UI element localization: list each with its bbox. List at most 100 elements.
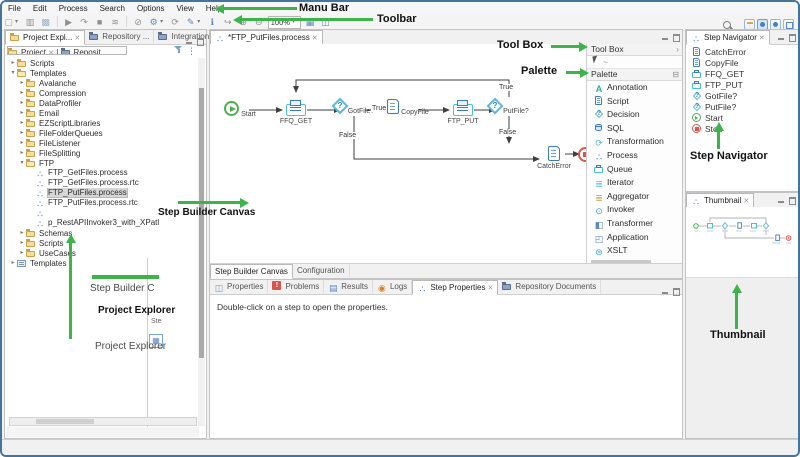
palette-item-aggregator[interactable]: ≣Aggregator xyxy=(587,190,682,204)
minimize-icon[interactable] xyxy=(661,33,669,41)
zoom-in-icon[interactable]: ⊕ xyxy=(237,15,250,29)
tree-item-scripts[interactable]: ▸Scripts xyxy=(6,58,199,68)
tree-item-redacted[interactable]: ∴ xyxy=(6,208,199,218)
chevron-right-icon[interactable]: ▸ xyxy=(18,228,26,238)
tree-item-scripts[interactable]: ▸Scripts xyxy=(6,238,199,248)
close-icon[interactable]: ✕ xyxy=(312,35,318,42)
chevron-right-icon[interactable]: ▸ xyxy=(18,238,26,248)
minimize-icon[interactable] xyxy=(777,196,785,204)
chevron-right-icon[interactable]: ▸ xyxy=(18,118,26,128)
filter-funnel-icon[interactable] xyxy=(174,45,183,54)
run-icon[interactable]: ▶ xyxy=(62,15,75,29)
flow-node-ffq-get[interactable]: FFQ_GET xyxy=(273,99,319,125)
tree-item-ezscriptlibraries[interactable]: ▸EZScriptLibraries xyxy=(6,118,199,128)
navigator-item-ftpput[interactable]: FTP_PUT xyxy=(692,80,746,91)
chevron-right-icon[interactable]: ▸ xyxy=(9,58,17,68)
new-file-dropdown-icon[interactable]: ▾ xyxy=(15,15,21,29)
zoom-level-combo[interactable]: 100% ▾ xyxy=(268,16,301,29)
palette-item-queue[interactable]: Queue xyxy=(587,163,682,177)
palette-item-sql[interactable]: SQL xyxy=(587,122,682,136)
tab-project-expl---[interactable]: Project Expl...✕ xyxy=(5,30,85,45)
refresh-icon[interactable]: ⟳ xyxy=(169,15,182,29)
wand-dropdown-icon[interactable]: ▾ xyxy=(197,15,203,29)
palette-item-script[interactable]: Script xyxy=(587,95,682,109)
palette-header[interactable]: Palette ⊟ xyxy=(587,69,682,81)
grid-icon[interactable]: ▦ xyxy=(304,15,317,29)
palette-item-annotation[interactable]: AAnnotation xyxy=(587,81,682,95)
tree-item-templates[interactable]: ▸Templates xyxy=(6,258,199,268)
save-icon[interactable]: ▥ xyxy=(24,15,37,29)
flow-node-start[interactable]: Start xyxy=(217,101,263,118)
tree-item-schemas[interactable]: ▸Schemas xyxy=(6,228,199,238)
wand-icon[interactable]: ✎ xyxy=(184,15,197,29)
minimize-icon[interactable] xyxy=(777,33,785,41)
debug-icon[interactable]: ≋ xyxy=(109,15,122,29)
palette-item-transformer[interactable]: ◧Transformer xyxy=(587,217,682,231)
minimize-icon[interactable] xyxy=(661,287,669,295)
chevron-right-icon[interactable]: ▸ xyxy=(18,148,26,158)
save-all-icon[interactable]: ▩ xyxy=(39,15,52,29)
flow-node-putfile[interactable]: ? PutFile? xyxy=(486,98,532,115)
layout-icon[interactable]: ◫ xyxy=(319,15,332,29)
flow-node-copyfile[interactable]: CopyFile xyxy=(385,99,431,116)
tree-item-filefolderqueues[interactable]: ▸FileFolderQueues xyxy=(6,128,199,138)
toolbox-select-tool[interactable]: ~ xyxy=(587,56,682,69)
redo-arrow-icon[interactable]: ↪ xyxy=(221,15,234,29)
view-menu-icon[interactable]: ⋮ xyxy=(187,46,196,56)
tab-thumbnail[interactable]: ∴Thumbnail✕ xyxy=(686,193,754,208)
chevron-right-icon[interactable]: ▸ xyxy=(18,88,26,98)
navigator-item-copyfile[interactable]: CopyFile xyxy=(692,58,746,69)
palette-item-process[interactable]: ∴Process xyxy=(587,149,682,163)
navigator-item-ffqget[interactable]: FFQ_GET xyxy=(692,69,746,80)
palette-item-iterator[interactable]: ≣Iterator xyxy=(587,176,682,190)
tree-item-usecases[interactable]: ▸UseCases xyxy=(6,248,199,258)
tab-repository-documents[interactable]: Repository Documents xyxy=(498,280,601,293)
tree-item-p-restapiinvoker3-with-xpatl[interactable]: ∴p_RestAPIInvoker3_with_XPatl xyxy=(6,218,199,228)
navigator-item-putfile[interactable]: PutFile? xyxy=(692,102,746,113)
navigator-item-stop[interactable]: Stop xyxy=(692,124,746,135)
close-icon[interactable]: ✕ xyxy=(487,285,493,292)
menu-item-file[interactable]: File xyxy=(2,2,27,15)
menu-item-view[interactable]: View xyxy=(171,2,200,15)
palette-item-decision[interactable]: Decision xyxy=(587,108,682,122)
tree-item-email[interactable]: ▸Email xyxy=(6,108,199,118)
chevron-down-icon[interactable]: ▾ xyxy=(9,68,17,78)
step-over-icon[interactable]: ↷ xyxy=(78,15,91,29)
chevron-right-icon[interactable]: ▸ xyxy=(18,78,26,88)
chevron-right-icon[interactable]: ▸ xyxy=(9,258,17,268)
maximize-icon[interactable] xyxy=(788,196,796,204)
chevron-right-icon[interactable]: ▸ xyxy=(18,138,26,148)
tree-vertical-scrollbar[interactable] xyxy=(198,58,205,426)
menu-item-options[interactable]: Options xyxy=(131,2,171,15)
chevron-right-icon[interactable]: ▸ xyxy=(18,98,26,108)
chevron-right-icon[interactable]: ▸ xyxy=(18,248,26,258)
minimize-icon[interactable] xyxy=(185,37,193,45)
chevron-right-icon[interactable]: ▸ xyxy=(18,128,26,138)
close-icon[interactable]: ✕ xyxy=(759,35,765,42)
tab-results[interactable]: ▤Results xyxy=(324,280,373,293)
menu-item-edit[interactable]: Edit xyxy=(27,2,53,15)
tree-item-ftp[interactable]: ▾FTP xyxy=(6,158,199,168)
chevron-right-icon[interactable]: ▸ xyxy=(18,108,26,118)
palette-item-invoker[interactable]: ⊙Invoker xyxy=(587,203,682,217)
maximize-icon[interactable] xyxy=(672,287,680,295)
tab-step-builder-canvas[interactable]: Step Builder Canvas xyxy=(210,264,293,279)
navigator-item-catcherror[interactable]: CatchError xyxy=(692,47,746,58)
close-icon[interactable]: ✕ xyxy=(74,35,80,42)
settings-gear-icon[interactable]: ⚙ xyxy=(147,15,160,29)
scrollbar-thumb[interactable] xyxy=(36,419,94,424)
toolbox-header[interactable]: Tool Box › xyxy=(587,44,682,56)
stop-run-icon[interactable]: ■ xyxy=(93,15,106,29)
tab-logs[interactable]: ◉Logs xyxy=(373,280,412,293)
chevron-down-icon[interactable]: ▾ xyxy=(18,158,26,168)
tree-item-ftp-putfiles-process-rtc[interactable]: ∴FTP_PutFiles.process.rtc xyxy=(6,198,199,208)
palette-item-application[interactable]: ◰Application xyxy=(587,231,682,245)
tree-horizontal-scrollbar[interactable] xyxy=(9,417,197,426)
palette-item-xslt[interactable]: ⊜XSLT xyxy=(587,244,682,258)
tab-repository----[interactable]: Repository ... xyxy=(85,30,154,43)
chevron-right-icon[interactable]: › xyxy=(676,44,679,55)
floating-tab-label[interactable]: Reposit xyxy=(74,48,101,55)
tab-configuration[interactable]: Configuration xyxy=(293,264,350,277)
editor-tab-ftp-putfiles[interactable]: ∴*FTP_PutFiles.process✕ xyxy=(210,30,323,45)
flow-node-ftp-put[interactable]: FTP_PUT xyxy=(440,99,486,125)
